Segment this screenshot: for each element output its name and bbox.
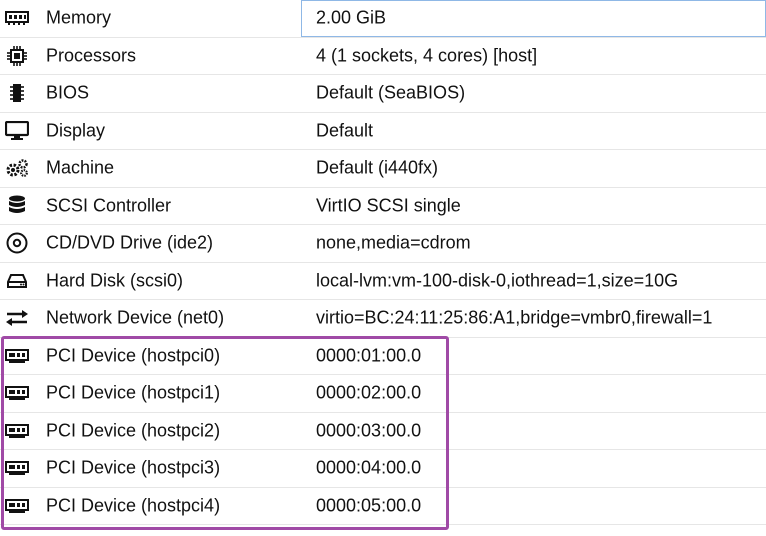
hardware-row-machine[interactable]: Machine Default (i440fx) — [0, 150, 766, 188]
hardware-row-network-device[interactable]: Network Device (net0) virtio=BC:24:11:25… — [0, 300, 766, 338]
chip-icon — [4, 82, 30, 104]
hardware-row-value-cell[interactable]: 2.00 GiB — [301, 0, 766, 37]
memory-icon — [4, 7, 30, 29]
cdrom-icon — [4, 232, 30, 254]
hardware-row-label: PCI Device (hostpci4) — [46, 495, 221, 516]
pci-card-icon — [4, 457, 30, 479]
pci-card-icon — [4, 382, 30, 404]
exchange-icon — [4, 307, 30, 329]
hardware-row-label: PCI Device (hostpci2) — [46, 420, 221, 441]
hardware-row-value: local-lvm:vm-100-disk-0,iothread=1,size=… — [316, 270, 679, 291]
hardware-row-value-cell[interactable]: 0000:04:00.0 — [301, 450, 766, 487]
hardware-row-label: Processors — [46, 45, 137, 66]
hardware-row-value-cell[interactable]: virtio=BC:24:11:25:86:A1,bridge=vmbr0,fi… — [301, 300, 766, 337]
hardware-row-value-cell[interactable]: 0000:02:00.0 — [301, 375, 766, 412]
hardware-row-value-cell[interactable]: Default — [301, 113, 766, 150]
database-icon — [4, 195, 30, 217]
hardware-row-value-cell[interactable]: 0000:05:00.0 — [301, 488, 766, 525]
pci-card-icon — [4, 345, 30, 367]
hardware-row-value-cell[interactable]: 4 (1 sockets, 4 cores) [host] — [301, 38, 766, 75]
hardware-row-label: Machine — [46, 157, 115, 178]
hardware-row-hard-disk[interactable]: Hard Disk (scsi0) local-lvm:vm-100-disk-… — [0, 263, 766, 300]
hdd-icon — [4, 270, 30, 292]
hardware-row-pci-hostpci3[interactable]: PCI Device (hostpci3) 0000:04:00.0 — [0, 450, 766, 488]
hardware-row-value: 0000:03:00.0 — [316, 420, 422, 441]
hardware-row-value: Default (SeaBIOS) — [316, 82, 466, 103]
hardware-row-label: Hard Disk (scsi0) — [46, 270, 184, 291]
hardware-row-pci-hostpci0[interactable]: PCI Device (hostpci0) 0000:01:00.0 — [0, 338, 766, 375]
hardware-row-value-cell[interactable]: Default (SeaBIOS) — [301, 75, 766, 112]
hardware-row-value: 0000:05:00.0 — [316, 495, 422, 516]
hardware-row-label: CD/DVD Drive (ide2) — [46, 232, 214, 253]
hardware-row-pci-hostpci1[interactable]: PCI Device (hostpci1) 0000:02:00.0 — [0, 375, 766, 413]
hardware-row-value: 0000:02:00.0 — [316, 382, 422, 403]
hardware-row-value-cell[interactable]: Default (i440fx) — [301, 150, 766, 187]
hardware-row-label: PCI Device (hostpci0) — [46, 345, 221, 366]
hardware-row-value: virtio=BC:24:11:25:86:A1,bridge=vmbr0,fi… — [316, 307, 713, 328]
hardware-row-pci-hostpci2[interactable]: PCI Device (hostpci2) 0000:03:00.0 — [0, 413, 766, 450]
hardware-row-value: 0000:04:00.0 — [316, 457, 422, 478]
hardware-row-value: 2.00 GiB — [316, 7, 387, 28]
hardware-row-label: Display — [46, 120, 106, 141]
hardware-grid: Memory 2.00 GiB Processors 4 (1 sockets,… — [0, 0, 766, 525]
hardware-row-value-cell[interactable]: VirtIO SCSI single — [301, 188, 766, 225]
pci-card-icon — [4, 420, 30, 442]
hardware-row-cdrom[interactable]: CD/DVD Drive (ide2) none,media=cdrom — [0, 225, 766, 263]
hardware-row-value-cell[interactable]: none,media=cdrom — [301, 225, 766, 262]
hardware-row-label: PCI Device (hostpci1) — [46, 382, 221, 403]
cpu-icon — [4, 45, 30, 67]
hardware-row-scsi-controller[interactable]: SCSI Controller VirtIO SCSI single — [0, 188, 766, 225]
hardware-row-label: Network Device (net0) — [46, 307, 225, 328]
hardware-row-value: VirtIO SCSI single — [316, 195, 461, 216]
hardware-row-value-cell[interactable]: 0000:03:00.0 — [301, 413, 766, 450]
pci-card-icon — [4, 495, 30, 517]
hardware-row-display[interactable]: Display Default — [0, 113, 766, 150]
hardware-row-processors[interactable]: Processors 4 (1 sockets, 4 cores) [host] — [0, 38, 766, 75]
cogs-icon — [4, 157, 30, 179]
hardware-row-value: Default — [316, 120, 374, 141]
hardware-row-label: BIOS — [46, 82, 90, 103]
hardware-row-label: Memory — [46, 7, 112, 28]
hardware-row-memory[interactable]: Memory 2.00 GiB — [0, 0, 766, 38]
hardware-row-value-cell[interactable]: 0000:01:00.0 — [301, 338, 766, 375]
hardware-row-value-cell[interactable]: local-lvm:vm-100-disk-0,iothread=1,size=… — [301, 263, 766, 300]
hardware-row-value: 4 (1 sockets, 4 cores) [host] — [316, 45, 538, 66]
hardware-row-label: SCSI Controller — [46, 195, 172, 216]
monitor-icon — [4, 120, 30, 142]
hardware-row-label: PCI Device (hostpci3) — [46, 457, 221, 478]
hardware-row-value: none,media=cdrom — [316, 232, 471, 253]
hardware-row-value: 0000:01:00.0 — [316, 345, 422, 366]
hardware-row-pci-hostpci4[interactable]: PCI Device (hostpci4) 0000:05:00.0 — [0, 488, 766, 525]
hardware-row-value: Default (i440fx) — [316, 157, 439, 178]
hardware-row-bios[interactable]: BIOS Default (SeaBIOS) — [0, 75, 766, 113]
